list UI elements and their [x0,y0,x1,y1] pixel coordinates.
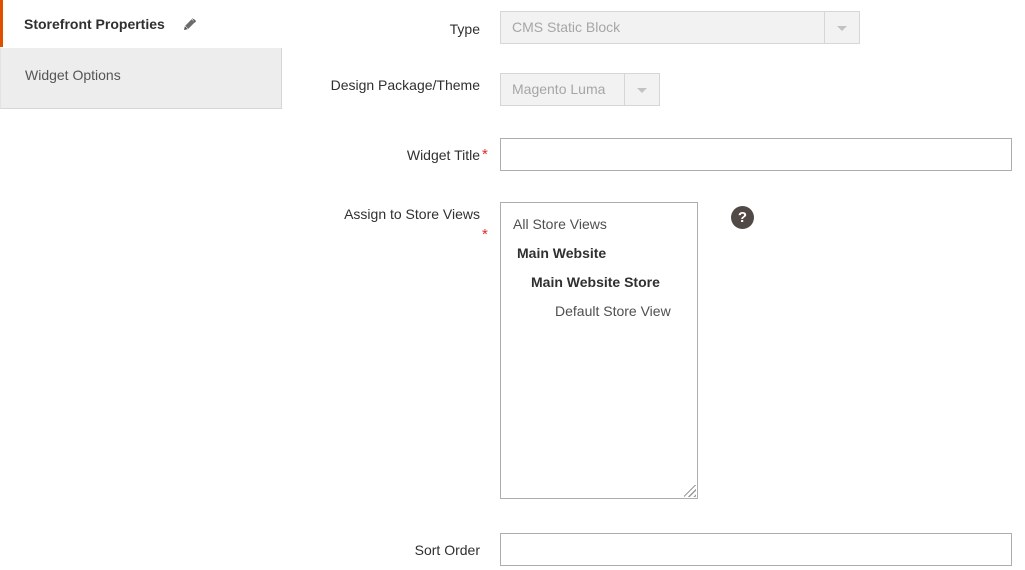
question-mark-icon[interactable]: ? [731,206,754,229]
tab-storefront-properties-label: Storefront Properties [24,16,165,33]
widget-title-input[interactable] [500,138,1012,171]
store-view-option[interactable]: All Store Views [501,210,697,239]
field-sort-order-label: Sort Order [414,542,480,558]
pencil-icon[interactable] [183,17,197,31]
field-design-package-theme-label: Design Package/Theme [330,77,480,93]
resize-handle-icon[interactable] [684,485,696,497]
design-package-theme-select[interactable]: Magento Luma [500,73,660,106]
chevron-down-icon[interactable] [624,74,659,105]
field-widget-title-label: Widget Title [406,147,480,163]
field-type-label: Type [449,21,480,37]
chevron-down-icon[interactable] [824,12,859,43]
assign-to-store-views-required-marker: * [482,226,488,243]
assign-to-store-views-multiselect[interactable]: All Store Views Main Website Main Websit… [500,202,698,499]
tab-widget-options-label: Widget Options [25,66,121,83]
store-view-option[interactable]: Main Website [501,239,697,268]
widget-title-required-marker: * [482,146,488,163]
store-view-option[interactable]: Default Store View [501,297,697,326]
sort-order-input[interactable] [500,533,1012,566]
type-select-value: CMS Static Block [512,19,621,35]
type-select[interactable]: CMS Static Block [500,11,860,44]
field-assign-to-store-views: Assign to Store Views * All Store Views … [0,202,754,499]
field-assign-to-store-views-label: Assign to Store Views [344,206,480,222]
design-package-theme-select-value: Magento Luma [512,81,606,97]
store-view-option[interactable]: Main Website Store [501,268,697,297]
